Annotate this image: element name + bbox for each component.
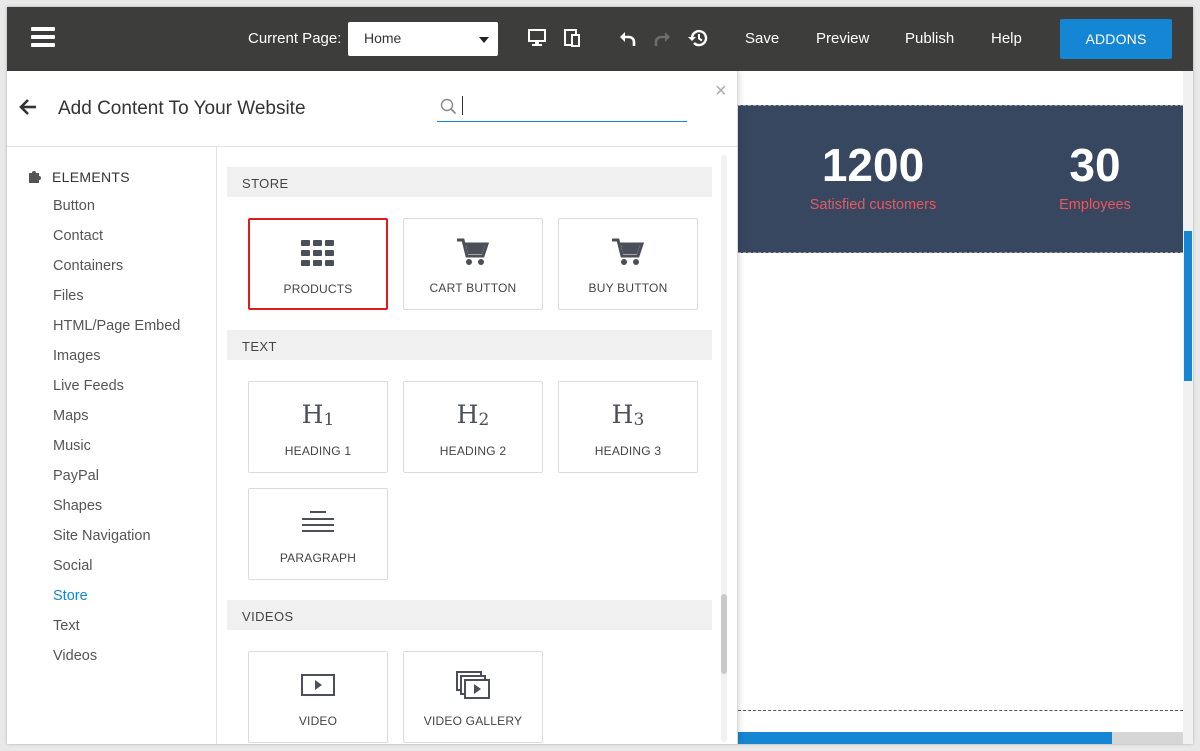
video-icon — [301, 674, 335, 696]
tile-cart-button[interactable]: CART BUTTON — [403, 218, 543, 310]
video-gallery-icon — [456, 671, 490, 699]
text-cursor — [462, 96, 463, 115]
current-page-select[interactable]: Home — [348, 22, 498, 56]
tile-label: VIDEO GALLERY — [423, 714, 523, 728]
tile-heading-1[interactable]: H1 HEADING 1 — [248, 381, 388, 473]
cart-icon — [457, 238, 489, 265]
current-page-label: Current Page: — [248, 30, 342, 47]
footer-bar-gray — [1112, 732, 1193, 744]
grid-icon — [301, 240, 334, 266]
heading-1-icon: H1 — [301, 400, 335, 430]
stats-section[interactable]: 1200 Satisfied customers 30 Employees — [738, 105, 1183, 253]
tile-paragraph[interactable]: PARAGRAPH — [248, 488, 388, 580]
tile-label: VIDEO — [298, 714, 338, 728]
tablet-icon[interactable] — [562, 27, 584, 49]
elements-list: Button Contact Containers Files HTML/Page Em… — [53, 198, 180, 678]
sidebar-item-music[interactable]: Music — [53, 438, 180, 468]
help-button[interactable]: Help — [991, 30, 1022, 47]
section-divider — [738, 710, 1183, 711]
section-header-videos: VIDEOS — [227, 600, 712, 630]
content-area: STORE PRODUCTS CART BUTTON BUY BUTTON TE… — [218, 147, 737, 744]
sidebar-item-containers[interactable]: Containers — [53, 258, 180, 288]
tile-label: BUY BUTTON — [588, 281, 668, 295]
tile-video-gallery[interactable]: VIDEO GALLERY — [403, 651, 543, 743]
stat-label: Employees — [1059, 197, 1131, 213]
sidebar-item-live-feeds[interactable]: Live Feeds — [53, 378, 180, 408]
stat-value: 1200 — [821, 139, 925, 191]
content-scrollbar-thumb[interactable] — [721, 594, 727, 674]
back-arrow-icon[interactable] — [17, 96, 39, 118]
top-toolbar: Current Page: Home Save Preview Publish … — [7, 7, 1193, 71]
publish-button[interactable]: Publish — [905, 30, 954, 47]
save-button[interactable]: Save — [745, 30, 779, 47]
tile-label: CART BUTTON — [429, 281, 517, 295]
sidebar-item-store[interactable]: Store — [53, 588, 180, 618]
tile-label: HEADING 3 — [594, 444, 662, 458]
heading-2-icon: H2 — [456, 400, 490, 430]
sidebar-item-button[interactable]: Button — [53, 198, 180, 228]
sidebar-item-paypal[interactable]: PayPal — [53, 468, 180, 498]
preview-button[interactable]: Preview — [816, 30, 869, 47]
menu-icon[interactable] — [31, 27, 55, 47]
cart-icon — [612, 238, 644, 265]
sidebar-item-site-navigation[interactable]: Site Navigation — [53, 528, 180, 558]
close-icon[interactable]: × — [715, 81, 727, 101]
tile-label: PRODUCTS — [283, 282, 353, 296]
redo-icon[interactable] — [651, 27, 673, 49]
section-header-text: TEXT — [227, 330, 712, 360]
tile-buy-button[interactable]: BUY BUTTON — [558, 218, 698, 310]
tile-heading-2[interactable]: H2 HEADING 2 — [403, 381, 543, 473]
add-content-panel: Add Content To Your Website × ELEMENTS B… — [7, 71, 738, 744]
sidebar-item-videos[interactable]: Videos — [53, 648, 180, 678]
footer-bar — [738, 732, 1112, 744]
sidebar-item-social[interactable]: Social — [53, 558, 180, 588]
history-icon[interactable] — [687, 27, 709, 49]
sidebar-item-text[interactable]: Text — [53, 618, 180, 648]
addons-button[interactable]: ADDONS — [1060, 19, 1172, 59]
preview-scrollbar-track[interactable] — [1183, 71, 1193, 744]
tile-label: HEADING 2 — [439, 444, 507, 458]
sidebar-item-images[interactable]: Images — [53, 348, 180, 378]
elements-sidebar: ELEMENTS Button Contact Containers Files HTM… — [7, 147, 217, 744]
puzzle-icon — [29, 171, 41, 183]
stat-label: Satisfied customers — [809, 197, 937, 213]
preview-scrollbar-thumb[interactable] — [1184, 231, 1192, 381]
tile-label: HEADING 1 — [284, 444, 352, 458]
website-preview: 1200 Satisfied customers 30 Employees — [738, 71, 1193, 744]
search-input[interactable] — [461, 95, 681, 119]
sidebar-item-html-page-embed[interactable]: HTML/Page Embed — [53, 318, 180, 348]
stat-value: 30 — [1069, 139, 1121, 191]
sidebar-item-files[interactable]: Files — [53, 288, 180, 318]
section-header-store: STORE — [227, 167, 712, 197]
paragraph-icon — [302, 511, 334, 532]
desktop-icon[interactable] — [527, 27, 549, 49]
tile-heading-3[interactable]: H3 HEADING 3 — [558, 381, 698, 473]
search-icon — [440, 98, 457, 115]
tile-label: PARAGRAPH — [279, 551, 357, 565]
app-window: Current Page: Home Save Preview Publish … — [7, 7, 1193, 744]
panel-title: Add Content To Your Website — [58, 98, 306, 119]
sidebar-item-contact[interactable]: Contact — [53, 228, 180, 258]
tile-products[interactable]: PRODUCTS — [248, 218, 388, 310]
undo-icon[interactable] — [617, 27, 639, 49]
search-box — [437, 93, 687, 122]
sidebar-item-maps[interactable]: Maps — [53, 408, 180, 438]
chevron-down-icon — [479, 37, 489, 43]
elements-header-label: ELEMENTS — [52, 169, 130, 185]
panel-header: Add Content To Your Website × — [7, 71, 737, 147]
heading-3-icon: H3 — [611, 400, 645, 430]
tile-video[interactable]: VIDEO — [248, 651, 388, 743]
sidebar-item-shapes[interactable]: Shapes — [53, 498, 180, 528]
current-page-value: Home — [364, 30, 402, 46]
